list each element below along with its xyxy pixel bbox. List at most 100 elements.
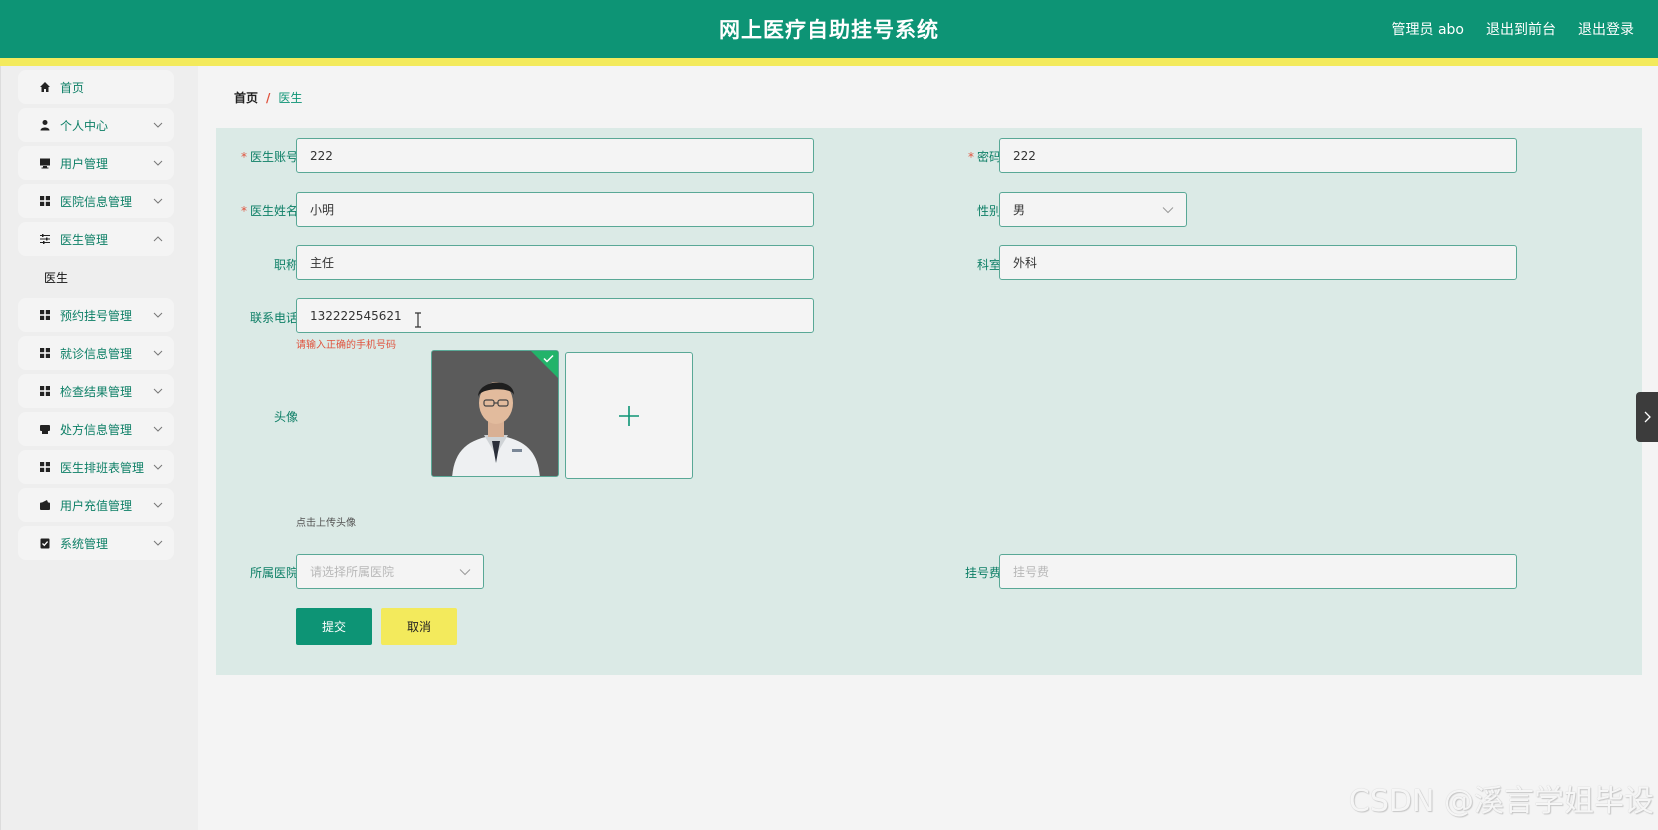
printer-icon (38, 422, 52, 436)
sidebar-item-user-management[interactable]: 用户管理 (18, 146, 174, 180)
wallet-icon (38, 498, 52, 512)
chevron-down-icon (153, 502, 163, 508)
cancel-button[interactable]: 取消 (381, 608, 457, 645)
required-mark: * (967, 150, 974, 164)
sidebar-item-label: 就诊信息管理 (60, 346, 133, 361)
sidebar-item-label: 处方信息管理 (60, 422, 133, 437)
chevron-down-icon (153, 540, 163, 546)
chevron-down-icon (153, 122, 163, 128)
chevron-down-icon (153, 464, 163, 470)
sidebar-item-label: 用户充值管理 (60, 498, 133, 513)
sidebar-item-label: 用户管理 (60, 156, 109, 171)
sidebar-item-personal-center[interactable]: 个人中心 (18, 108, 174, 142)
sidebar-item-label: 医生排班表管理 (60, 460, 145, 475)
sidebar-menu: 首页 个人中心 用户管理 医院信息管理 医生管理 医生 预约挂号管理 就诊信息管… (18, 70, 174, 564)
header-stripe (0, 58, 1658, 66)
check-icon (543, 354, 554, 363)
chevron-down-icon (459, 569, 471, 576)
chevron-right-icon (1644, 411, 1651, 423)
chevron-down-icon (153, 388, 163, 394)
sidebar: 首页 个人中心 用户管理 医院信息管理 医生管理 医生 预约挂号管理 就诊信息管… (0, 66, 198, 830)
clipboard-icon (38, 536, 52, 550)
chevron-down-icon (153, 350, 163, 356)
exit-to-frontend-link[interactable]: 退出到前台 (1486, 19, 1556, 39)
chevron-down-icon (153, 160, 163, 166)
sidebar-subitem-doctor[interactable]: 医生 (18, 260, 174, 294)
department-label: 科室 (976, 258, 1001, 272)
avatar-upload-button[interactable] (565, 352, 693, 479)
doctor-account-label: * 医生账号 (240, 150, 298, 164)
phone-label: 联系电话 (249, 311, 298, 325)
grid-icon (38, 194, 52, 208)
sidebar-item-visit-info[interactable]: 就诊信息管理 (18, 336, 174, 370)
required-mark: * (240, 150, 247, 164)
sidebar-item-label: 医生管理 (60, 232, 109, 247)
plus-icon (619, 405, 639, 426)
password-label: * 密码 (967, 150, 1001, 164)
doctor-account-field[interactable]: 222 (296, 138, 814, 173)
department-field[interactable]: 外科 (999, 245, 1517, 280)
sidebar-item-label: 个人中心 (60, 118, 109, 133)
grid-icon (38, 346, 52, 360)
chevron-up-icon (153, 236, 163, 242)
sliders-icon (38, 232, 52, 246)
monitor-icon (38, 156, 52, 170)
sidebar-item-home[interactable]: 首页 (18, 70, 174, 104)
breadcrumb-home[interactable]: 首页 (234, 89, 258, 106)
required-mark: * (240, 204, 247, 218)
doctor-form-panel: * 医生账号 222 * 密码 222 * 医生姓名 小明 性别 男 职称 主任 科室… (216, 128, 1642, 675)
breadcrumb-separator: / (266, 90, 271, 105)
hospital-placeholder: 请选择所属医院 (310, 565, 395, 579)
phone-error-message: 请输入正确的手机号码 (296, 340, 396, 351)
sidebar-item-label: 检查结果管理 (60, 384, 133, 399)
password-field[interactable]: 222 (999, 138, 1517, 173)
avatar-upload-hint: 点击上传头像 (296, 518, 356, 529)
doctor-photo (432, 351, 558, 476)
sidebar-item-label: 系统管理 (60, 536, 109, 551)
chevron-down-icon (153, 426, 163, 432)
chevron-down-icon (1162, 207, 1174, 214)
gender-label: 性别 (976, 204, 1001, 218)
header-links: 管理员 abo 退出到前台 退出登录 (1392, 19, 1634, 39)
phone-field[interactable]: 132222545621 (296, 298, 814, 333)
sidebar-item-doctor-schedule[interactable]: 医生排班表管理 (18, 450, 174, 484)
sidebar-item-system[interactable]: 系统管理 (18, 526, 174, 560)
admin-user-label[interactable]: 管理员 abo (1392, 19, 1464, 39)
fee-field[interactable]: 挂号费 (999, 554, 1517, 589)
sidebar-item-label: 预约挂号管理 (60, 308, 133, 323)
avatar-preview[interactable] (431, 350, 559, 477)
logout-link[interactable]: 退出登录 (1578, 19, 1634, 39)
sidebar-item-doctor-management[interactable]: 医生管理 (18, 222, 174, 256)
gender-value: 男 (1013, 203, 1026, 217)
title-field[interactable]: 主任 (296, 245, 814, 280)
sidebar-item-label: 首页 (60, 80, 85, 95)
side-panel-toggle[interactable] (1636, 392, 1658, 442)
grid-icon (38, 308, 52, 322)
text-cursor-icon (415, 312, 421, 328)
breadcrumb-current: 医生 (278, 91, 303, 105)
avatar-label: 头像 (273, 410, 298, 424)
grid-icon (38, 384, 52, 398)
chevron-down-icon (153, 198, 163, 204)
home-icon (38, 80, 52, 94)
gender-select[interactable]: 男 (999, 192, 1187, 227)
fee-label: 挂号费 (964, 566, 1001, 580)
doctor-name-field[interactable]: 小明 (296, 192, 814, 227)
grid-icon (38, 460, 52, 474)
sidebar-item-exam-results[interactable]: 检查结果管理 (18, 374, 174, 408)
doctor-name-label: * 医生姓名 (240, 204, 298, 218)
top-header: 网上医疗自助挂号系统 管理员 abo 退出到前台 退出登录 (0, 0, 1658, 58)
sidebar-item-prescription[interactable]: 处方信息管理 (18, 412, 174, 446)
breadcrumb: 首页 / 医生 (234, 89, 302, 106)
sidebar-item-appointment[interactable]: 预约挂号管理 (18, 298, 174, 332)
user-icon (38, 118, 52, 132)
hospital-label: 所属医院 (249, 566, 298, 580)
watermark: CSDN @溪言学姐毕设 (1348, 784, 1654, 819)
submit-button[interactable]: 提交 (296, 608, 372, 645)
title-label: 职称 (273, 258, 298, 272)
sidebar-item-label: 医院信息管理 (60, 194, 133, 209)
hospital-select[interactable]: 请选择所属医院 (296, 554, 484, 589)
sidebar-item-hospital-info[interactable]: 医院信息管理 (18, 184, 174, 218)
sidebar-item-recharge[interactable]: 用户充值管理 (18, 488, 174, 522)
chevron-down-icon (153, 312, 163, 318)
